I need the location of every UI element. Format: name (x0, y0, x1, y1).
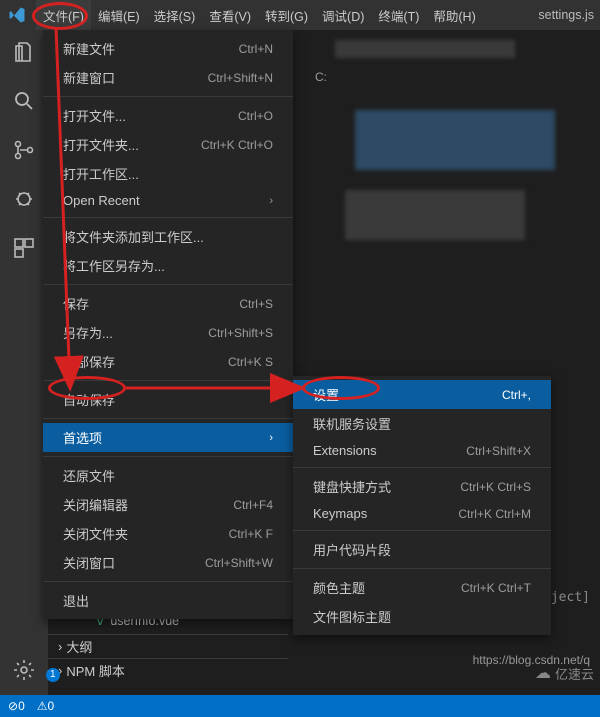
source-control-icon[interactable] (12, 138, 36, 165)
chevron-right-icon: › (269, 195, 273, 207)
npm-scripts-section[interactable]: › NPM 脚本 (48, 658, 288, 682)
prefs-menu-item[interactable]: 联机服务设置 (293, 409, 551, 438)
status-bar: ⊘ 0 ⚠ 0 (0, 695, 600, 717)
file-menu-item[interactable]: 退出 (43, 586, 293, 615)
warnings-icon[interactable]: ⚠ (37, 699, 48, 713)
file-menu-item[interactable]: 打开文件夹...Ctrl+K Ctrl+O (43, 130, 293, 159)
chevron-right-icon: › (269, 432, 273, 444)
file-menu-item[interactable]: 将工作区另存为... (43, 251, 293, 280)
window-title: settings.js (538, 8, 594, 22)
menu-go[interactable]: 转到(G) (258, 0, 315, 30)
file-menu-item[interactable]: 新建窗口Ctrl+Shift+N (43, 63, 293, 92)
prefs-menu-item[interactable]: 设置Ctrl+, (293, 380, 551, 409)
prefs-menu-item[interactable]: 用户代码片段 (293, 535, 551, 564)
file-menu-item[interactable]: Open Recent› (43, 188, 293, 213)
preferences-submenu: 设置Ctrl+,联机服务设置ExtensionsCtrl+Shift+X 键盘快捷… (293, 376, 551, 635)
file-menu-item[interactable]: 将文件夹添加到工作区... (43, 222, 293, 251)
prefs-menu-item[interactable]: KeymapsCtrl+K Ctrl+M (293, 501, 551, 526)
prefs-menu-item[interactable]: 文件图标主题 (293, 602, 551, 631)
cloud-icon: ☁ (535, 663, 551, 683)
activity-bar: 1 (0, 30, 48, 695)
prefs-menu-item[interactable]: ExtensionsCtrl+Shift+X (293, 438, 551, 463)
menu-file[interactable]: 文件(F) (36, 0, 91, 30)
menu-edit[interactable]: 编辑(E) (91, 0, 147, 30)
errors-icon[interactable]: ⊘ (8, 699, 18, 713)
breadcrumb: C: (315, 70, 327, 84)
file-menu-item[interactable]: 新建文件Ctrl+N (43, 34, 293, 63)
files-icon[interactable] (12, 40, 36, 67)
error-count: 0 (18, 699, 25, 713)
menu-view[interactable]: 查看(V) (202, 0, 258, 30)
prefs-menu-item[interactable]: 键盘快捷方式Ctrl+K Ctrl+S (293, 472, 551, 501)
file-menu-dropdown: 新建文件Ctrl+N新建窗口Ctrl+Shift+N打开文件...Ctrl+O打… (43, 30, 293, 619)
file-menu-item[interactable]: 全部保存Ctrl+K S (43, 347, 293, 376)
menu-help[interactable]: 帮助(H) (426, 0, 482, 30)
menu-selection[interactable]: 选择(S) (147, 0, 203, 30)
file-menu-item[interactable]: 自动保存 (43, 385, 293, 414)
file-menu-item[interactable]: 打开工作区... (43, 159, 293, 188)
file-menu-item[interactable]: 关闭文件夹Ctrl+K F (43, 519, 293, 548)
file-menu-item[interactable]: 打开文件...Ctrl+O (43, 101, 293, 130)
menu-terminal[interactable]: 终端(T) (371, 0, 426, 30)
menu-debug[interactable]: 调试(D) (315, 0, 371, 30)
watermark-brand: ☁ 亿速云 (535, 663, 594, 683)
file-menu-item[interactable]: 保存Ctrl+S (43, 289, 293, 318)
vscode-logo-icon (8, 6, 26, 24)
file-menu-item[interactable]: 关闭编辑器Ctrl+F4 (43, 490, 293, 519)
debug-icon[interactable] (12, 187, 36, 214)
chevron-right-icon: › (58, 639, 62, 654)
settings-badge: 1 (46, 668, 60, 682)
search-icon[interactable] (12, 89, 36, 116)
warning-count: 0 (48, 699, 55, 713)
menubar: 文件(F) 编辑(E) 选择(S) 查看(V) 转到(G) 调试(D) 终端(T… (0, 0, 600, 30)
file-menu-item[interactable]: 另存为...Ctrl+Shift+S (43, 318, 293, 347)
extensions-icon[interactable] (12, 236, 36, 263)
file-menu-item[interactable]: 还原文件 (43, 461, 293, 490)
settings-gear-icon[interactable]: 1 (12, 658, 36, 685)
file-menu-item[interactable]: 首选项› (43, 423, 293, 452)
outline-section[interactable]: › 大纲 (48, 634, 288, 658)
prefs-menu-item[interactable]: 颜色主题Ctrl+K Ctrl+T (293, 573, 551, 602)
file-menu-item[interactable]: 关闭窗口Ctrl+Shift+W (43, 548, 293, 577)
